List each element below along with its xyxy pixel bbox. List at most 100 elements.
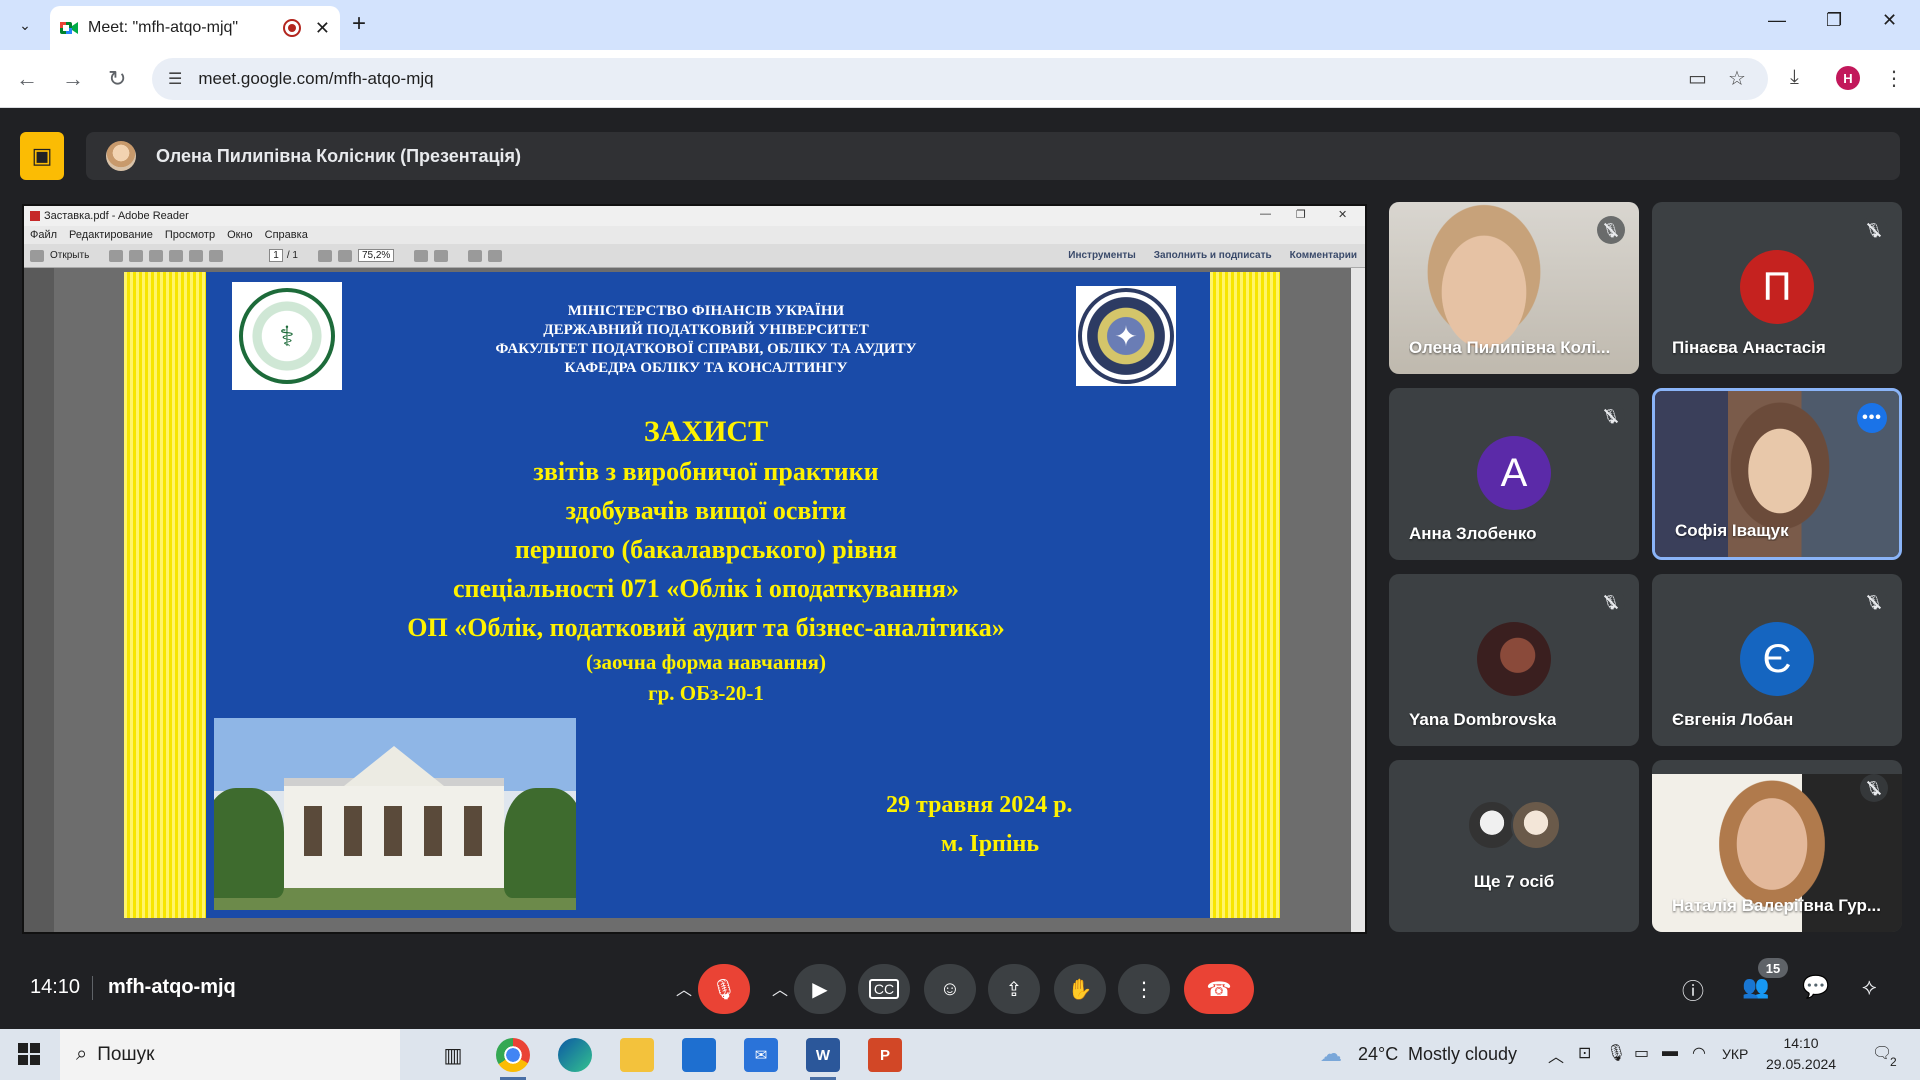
camera-in-use-icon[interactable]: ▭ [1688, 66, 1707, 91]
mic-off-icon: 🎙 [1860, 588, 1888, 616]
store-app-icon[interactable] [682, 1038, 716, 1072]
reader-comment-icon [468, 249, 483, 262]
divider [92, 976, 93, 1000]
battery-icon[interactable]: ▬ [1662, 1043, 1678, 1061]
reader-comments-link: Комментарии [1289, 250, 1357, 261]
profile-avatar[interactable]: H [1836, 66, 1860, 90]
presenter-avatar [106, 141, 136, 171]
tab-search-chevron-icon[interactable]: ⌄ [12, 12, 38, 38]
close-window-button[interactable]: ✕ [1882, 10, 1897, 31]
mail-app-icon[interactable]: ✉ [744, 1038, 778, 1072]
edge-app-icon[interactable] [558, 1038, 592, 1072]
reader-open-icon [30, 249, 44, 262]
downloads-icon[interactable]: ⤓ [1790, 66, 1799, 89]
participant-name: Yana Dombrovska [1409, 710, 1557, 729]
captions-button[interactable]: CC [858, 964, 910, 1014]
meeting-info-icon[interactable]: ⓘ [1682, 974, 1704, 1006]
reader-toolbar: Открыть 1 / 1 75,2% Инструменты Заполнит… [24, 244, 1365, 268]
university-building-photo [214, 718, 576, 910]
notifications-count: 2 [1890, 1055, 1897, 1069]
audio-options-chevron-icon[interactable]: ︿ [676, 976, 692, 1000]
reader-tools-link: Инструменты [1068, 250, 1136, 261]
participant-tile[interactable]: А 🎙 Анна Злобенко [1389, 388, 1639, 560]
weather-temp[interactable]: 24°C [1358, 1044, 1398, 1065]
word-app-icon[interactable]: W [806, 1038, 840, 1080]
taskbar-search[interactable]: ⌕ Пошук [60, 1029, 400, 1080]
reader-page-field: 1 [269, 249, 283, 262]
chrome-app-icon[interactable] [496, 1038, 530, 1080]
reader-menu-help: Справка [264, 229, 308, 241]
slide-line: першого (бакалаврського) рівня [514, 535, 898, 564]
stop-presenting-icon[interactable]: ▣ [20, 132, 64, 180]
slide-body: ⚕ ✦ МІНІСТЕРСТВО ФІНАНСІВ УКРАЇНИ ДЕРЖАВ… [206, 272, 1210, 918]
show-hidden-icons-chevron-icon[interactable]: ︿ [1548, 1043, 1564, 1067]
shared-screen[interactable]: Заставка.pdf - Adobe Reader — ❐ ✕ Файл Р… [22, 204, 1367, 934]
present-icon: ⇪ [1005, 978, 1023, 1001]
participant-avatar [1511, 800, 1561, 850]
participant-tile[interactable]: П 🎙 Пінаєва Анастасія [1652, 202, 1902, 374]
reader-mail-icon [209, 249, 224, 262]
back-arrow-icon[interactable]: ← [16, 66, 38, 92]
reader-menu-view: Просмотр [164, 229, 216, 241]
reader-menu-file: Файл [30, 229, 58, 241]
slide-title: ЗАХИСТ [643, 415, 769, 448]
raise-hand-button[interactable]: ✋ [1054, 964, 1106, 1014]
mic-off-icon: 🎙 [1597, 588, 1625, 616]
participant-tile[interactable]: 🎙 Yana Dombrovska [1389, 574, 1639, 746]
mic-toggle-button[interactable]: 🎙 [698, 964, 750, 1014]
video-options-chevron-icon[interactable]: ︿ [772, 976, 788, 1000]
weather-text[interactable]: Mostly cloudy [1408, 1044, 1517, 1065]
forward-arrow-icon[interactable]: → [62, 66, 84, 92]
microphone-tray-icon[interactable]: 🎙 [1606, 1043, 1626, 1063]
reader-scrollbar [1351, 268, 1365, 932]
participant-name: Наталія Валеріївна Гур... [1672, 896, 1881, 915]
present-screen-button[interactable]: ⇪ [988, 964, 1040, 1014]
windows-start-icon[interactable] [18, 1043, 40, 1065]
meet-favicon-icon [60, 20, 78, 36]
participant-tile[interactable]: 🎙 Наталія Валеріївна Гур... [1652, 760, 1902, 932]
powerpoint-app-icon[interactable]: P [868, 1038, 902, 1072]
screen-share-tray-icon[interactable]: ▭ [1634, 1043, 1649, 1063]
participant-tile[interactable]: 🎙 Олена Пилипівна Колі... [1389, 202, 1639, 374]
activities-icon[interactable]: ⟡ [1862, 974, 1877, 1000]
file-explorer-icon[interactable] [620, 1038, 654, 1072]
camera-toggle-button[interactable]: ▶ [794, 964, 846, 1014]
university-seal-logo: ⚕ [232, 282, 342, 390]
browser-tab-strip: ⌄ Meet: "mfh-atqo-mjq" ✕ + — ❐ ✕ [0, 0, 1920, 50]
reader-menu-window: Окно [227, 229, 253, 241]
reactions-button[interactable]: ☺ [924, 964, 976, 1014]
browser-menu-icon[interactable]: ⋮ [1884, 66, 1904, 91]
windows-taskbar: ⌕ Пошук ▥ ✉ W P ☁ 24°C Mostly cloudy ︿ ⊡… [0, 1029, 1920, 1080]
reader-fit-icon [434, 249, 449, 262]
new-tab-button[interactable]: + [352, 10, 366, 38]
minimize-window-button[interactable]: — [1768, 10, 1786, 31]
browser-tab-meet[interactable]: Meet: "mfh-atqo-mjq" ✕ [50, 6, 340, 50]
leave-call-button[interactable]: ☎ [1184, 964, 1254, 1014]
tray-app-icon[interactable]: ⊡ [1578, 1043, 1591, 1063]
reader-page-total: / 1 [286, 250, 298, 261]
bookmark-star-icon[interactable]: ☆ [1728, 66, 1746, 91]
reload-icon[interactable]: ↻ [108, 66, 126, 92]
people-icon[interactable]: 👥 [1742, 974, 1769, 1000]
weather-cloud-icon[interactable]: ☁ [1320, 1041, 1342, 1067]
site-info-icon[interactable]: ☰ [168, 69, 182, 89]
slide-stripe-left [124, 272, 206, 918]
more-options-button[interactable]: ⋮ [1118, 964, 1170, 1014]
wifi-icon[interactable]: ◠ [1692, 1043, 1706, 1063]
restore-window-button[interactable]: ❐ [1826, 10, 1842, 31]
reader-left-panel [24, 268, 54, 932]
reader-window-title: Заставка.pdf - Adobe Reader [44, 210, 189, 222]
chat-icon[interactable]: 💬 [1802, 974, 1829, 1000]
tab-close-icon[interactable]: ✕ [315, 18, 330, 39]
input-language[interactable]: УКР [1722, 1046, 1748, 1062]
reader-open-label: Открыть [50, 250, 90, 261]
task-view-icon[interactable]: ▥ [436, 1038, 470, 1072]
participants-count-badge: 15 [1758, 958, 1788, 978]
more-participants-tile[interactable]: Ще 7 осіб [1389, 760, 1639, 932]
participant-tile-speaking[interactable]: ••• Софія Іващук [1652, 388, 1902, 560]
participant-tile[interactable]: Є 🎙 Євгенія Лобан [1652, 574, 1902, 746]
address-bar[interactable]: ☰ meet.google.com/mfh-atqo-mjq [152, 58, 1768, 100]
system-clock[interactable]: 14:10 29.05.2024 [1766, 1033, 1836, 1075]
browser-toolbar: ← → ↻ ☰ meet.google.com/mfh-atqo-mjq ▭ ☆… [0, 50, 1920, 108]
reader-title-bar: Заставка.pdf - Adobe Reader — ❐ ✕ [24, 206, 1365, 226]
